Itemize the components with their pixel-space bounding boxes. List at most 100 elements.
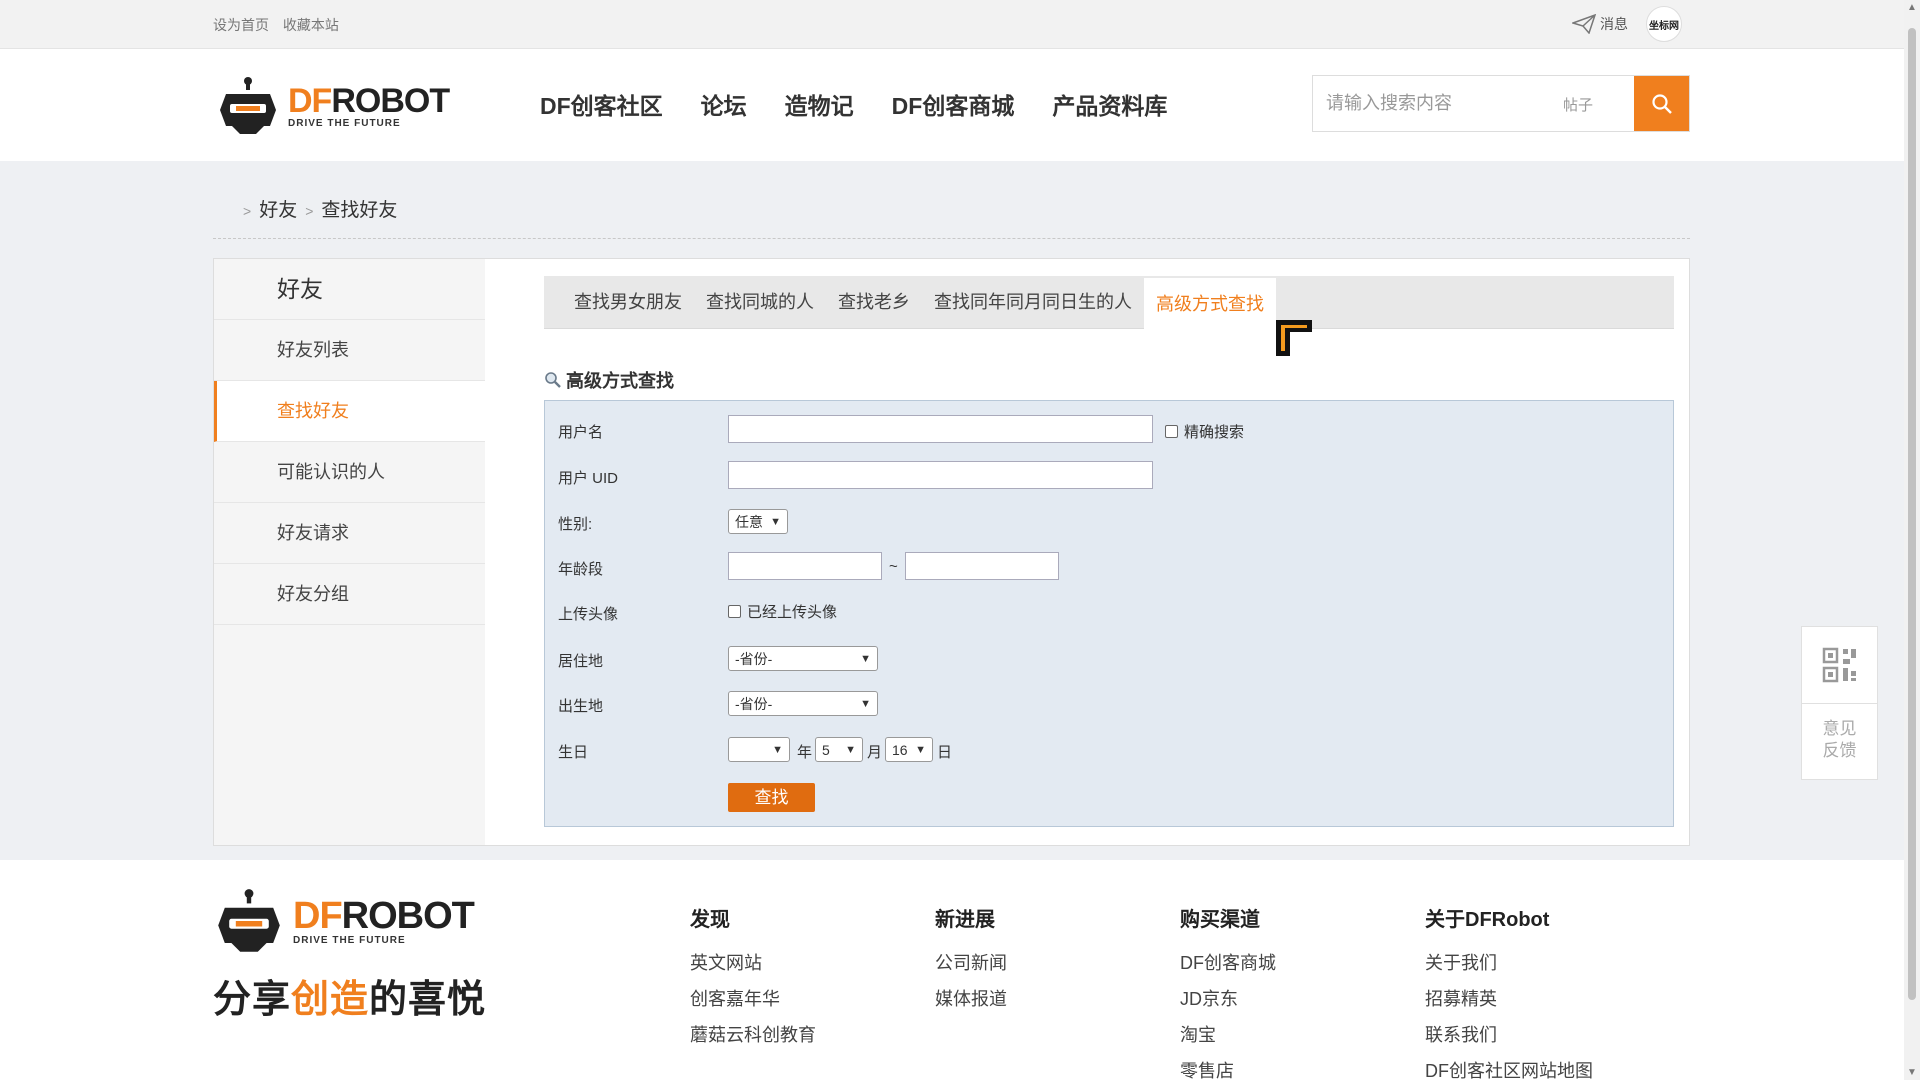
uid-input[interactable] — [728, 461, 1153, 489]
birth-month-select[interactable]: 5 ▼ — [815, 737, 863, 762]
footer-link[interactable]: 招募精英 — [1425, 985, 1593, 1021]
user-avatar[interactable]: 坐标网 — [1646, 6, 1682, 42]
page-scrollbar[interactable]: ▲ ▼ — [1904, 0, 1920, 1080]
breadcrumb-find-friends[interactable]: 查找好友 — [321, 200, 397, 221]
search-submit-button[interactable]: 查找 — [728, 783, 815, 812]
qr-code-icon — [1822, 647, 1856, 683]
sidebar-item-people-you-may-know[interactable]: 可能认识的人 — [214, 442, 485, 503]
messages-label: 消息 — [1600, 16, 1628, 32]
search-box: 帖子 — [1312, 75, 1690, 132]
robot-logo-icon — [220, 77, 276, 134]
nav-item-product-docs[interactable]: 产品资料库 — [1052, 87, 1167, 121]
exact-search-checkbox[interactable] — [1165, 425, 1178, 438]
gender-label: 性别: — [558, 516, 593, 533]
footer-link[interactable]: 媒体报道 — [935, 985, 1007, 1021]
uid-label: 用户 UID — [558, 470, 619, 487]
nav-item-community[interactable]: DF创客社区 — [540, 87, 663, 121]
slogan-pre: 分享 — [213, 979, 292, 1021]
search-scope[interactable]: 帖子 — [1563, 94, 1593, 115]
footer-link[interactable]: 蘑菇云科创教育 — [690, 1021, 816, 1057]
footer-column-about: 关于DFRobot 关于我们 招募精英 联系我们 DF创客社区网站地图 — [1425, 903, 1593, 1080]
chevron-down-icon: ▼ — [845, 743, 856, 756]
logo-robot: ROBOT — [331, 81, 450, 120]
footer-link[interactable]: 淘宝 — [1180, 1021, 1276, 1057]
main-panel: 好友 好友列表 查找好友 可能认识的人 好友请求 好友分组 查找男女朋友 查找同… — [213, 258, 1690, 846]
footer-logo[interactable]: DFROBOT DRIVE THE FUTURE — [213, 888, 475, 954]
robot-logo-icon — [218, 889, 280, 952]
row-uid: 用户 UID — [545, 461, 1673, 491]
has-avatar-label: 已经上传头像 — [747, 604, 838, 621]
exact-search-option: 精确搜索 — [1165, 421, 1244, 442]
section-title-text: 高级方式查找 — [566, 371, 674, 391]
search-tabs: 查找男女朋友 查找同城的人 查找老乡 查找同年同月同日生的人 高级方式查找 — [544, 276, 1674, 329]
main-nav: DF创客社区 论坛 造物记 DF创客商城 产品资料库 — [540, 87, 1167, 121]
footer-link[interactable]: 零售店 — [1180, 1057, 1276, 1080]
sidebar-item-friend-requests[interactable]: 好友请求 — [214, 503, 485, 564]
bookmark-link[interactable]: 收藏本站 — [283, 17, 339, 33]
search-button[interactable] — [1634, 76, 1689, 131]
avatar-text: 坐标网 — [1649, 20, 1679, 32]
scroll-up-icon[interactable]: ▲ — [1907, 2, 1917, 13]
pointer-cursor-icon — [1276, 320, 1312, 356]
floating-side-widget: 意见 反馈 — [1801, 626, 1878, 780]
chevron-down-icon: ▼ — [770, 515, 781, 528]
row-gender: 性别: 任意 ▼ — [545, 507, 1673, 537]
footer-link[interactable]: 英文网站 — [690, 949, 816, 985]
birth-year-select[interactable]: ▼ — [728, 737, 790, 762]
set-home-link[interactable]: 设为首页 — [213, 17, 269, 33]
footer-heading: 新进展 — [935, 909, 995, 931]
footer-link[interactable]: 关于我们 — [1425, 949, 1593, 985]
messages-link[interactable]: 消息 — [1572, 14, 1628, 34]
utility-links: 设为首页 收藏本站 — [213, 15, 349, 35]
birth-day-select[interactable]: 16 ▼ — [885, 737, 933, 762]
footer-link[interactable]: JD京东 — [1180, 985, 1276, 1021]
advanced-search-form: 用户名 精确搜索 用户 UID 性别: 任意 ▼ 年龄段 ~ 上传头像 已经上传… — [544, 400, 1674, 827]
row-avatar: 上传头像 已经上传头像 — [545, 597, 1673, 627]
age-separator: ~ — [889, 558, 898, 575]
feedback-button[interactable]: 意见 反馈 — [1802, 704, 1877, 780]
tab-hometown[interactable]: 查找老乡 — [826, 276, 922, 328]
footer-column-buy: 购买渠道 DF创客商城 JD京东 淘宝 零售店 — [1180, 903, 1276, 1080]
site-logo[interactable]: DFROBOT DRIVE THE FUTURE — [216, 76, 450, 136]
username-input[interactable] — [728, 415, 1153, 443]
row-age: 年龄段 ~ — [545, 552, 1673, 582]
footer-link[interactable]: DF创客商城 — [1180, 949, 1276, 985]
friends-sidebar: 好友 好友列表 查找好友 可能认识的人 好友请求 好友分组 — [214, 259, 485, 845]
breadcrumb-friends[interactable]: 好友 — [259, 200, 297, 221]
footer-wordmark: DFROBOT DRIVE THE FUTURE — [293, 897, 475, 946]
age-min-input[interactable] — [728, 552, 882, 580]
row-birthday: 生日 ▼ 年 5 ▼ 月 16 ▼ 日 — [545, 735, 1673, 765]
breadcrumb-separator: > — [243, 203, 252, 219]
footer-heading: 购买渠道 — [1180, 909, 1260, 931]
footer-link[interactable]: DF创客社区网站地图 — [1425, 1057, 1593, 1080]
sidebar-item-friend-groups[interactable]: 好友分组 — [214, 564, 485, 625]
qr-code-button[interactable] — [1802, 627, 1877, 704]
birthplace-select[interactable]: -省份- ▼ — [728, 691, 878, 716]
avatar-label: 上传头像 — [558, 606, 619, 623]
sidebar-item-friend-list[interactable]: 好友列表 — [214, 320, 485, 381]
chevron-down-icon: ▼ — [860, 652, 871, 665]
footer-slogan: 分享创造的喜悦 — [213, 968, 486, 1023]
footer-link[interactable]: 创客嘉年华 — [690, 985, 816, 1021]
sidebar-item-find-friends[interactable]: 查找好友 — [214, 381, 485, 442]
tab-advanced-search[interactable]: 高级方式查找 — [1144, 278, 1276, 329]
nav-item-projects[interactable]: 造物记 — [785, 87, 854, 121]
slogan-highlight: 创造 — [291, 979, 370, 1021]
age-max-input[interactable] — [905, 552, 1059, 580]
tab-same-birthday[interactable]: 查找同年同月同日生的人 — [922, 276, 1144, 328]
scroll-down-icon[interactable]: ▼ — [1907, 1067, 1917, 1078]
nav-item-forum[interactable]: 论坛 — [701, 87, 747, 121]
scrollbar-thumb[interactable] — [1908, 28, 1916, 1000]
has-avatar-checkbox[interactable] — [728, 605, 741, 618]
footer-column-discover: 发现 英文网站 创客嘉年华 蘑菇云科创教育 — [690, 903, 816, 1057]
logo-wordmark: DFROBOT DRIVE THE FUTURE — [288, 81, 450, 129]
search-input[interactable] — [1313, 76, 1553, 131]
footer-link[interactable]: 联系我们 — [1425, 1021, 1593, 1057]
tab-find-partner[interactable]: 查找男女朋友 — [562, 276, 694, 328]
nav-item-store[interactable]: DF创客商城 — [892, 87, 1015, 121]
tab-same-city[interactable]: 查找同城的人 — [694, 276, 826, 328]
residence-select[interactable]: -省份- ▼ — [728, 646, 878, 671]
gender-select[interactable]: 任意 ▼ — [728, 509, 788, 534]
year-unit: 年 — [797, 744, 813, 761]
footer-link[interactable]: 公司新闻 — [935, 949, 1007, 985]
